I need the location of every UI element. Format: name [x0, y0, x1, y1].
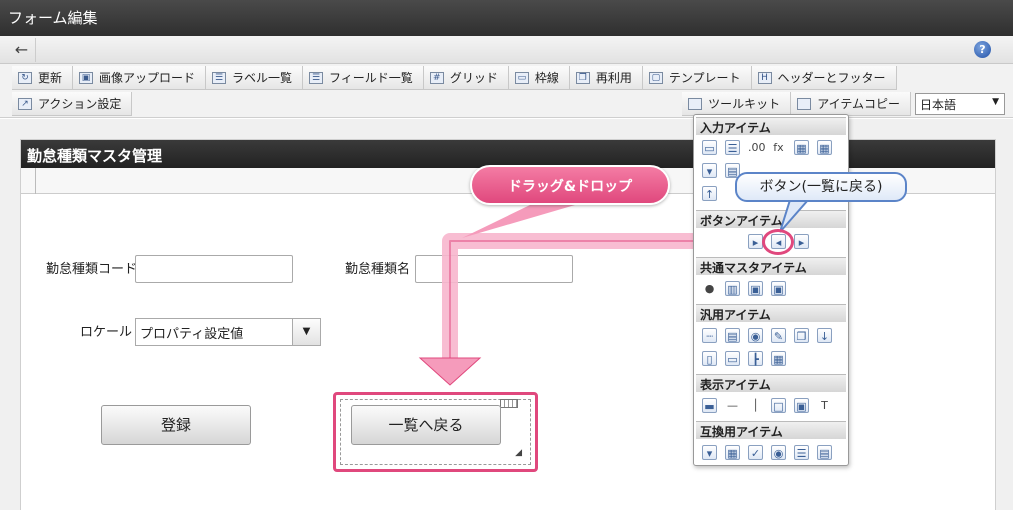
callout-pointer — [779, 199, 811, 233]
button-callout: ボタン(一覧に戻る) — [735, 172, 907, 202]
highlight-circle — [762, 229, 794, 255]
